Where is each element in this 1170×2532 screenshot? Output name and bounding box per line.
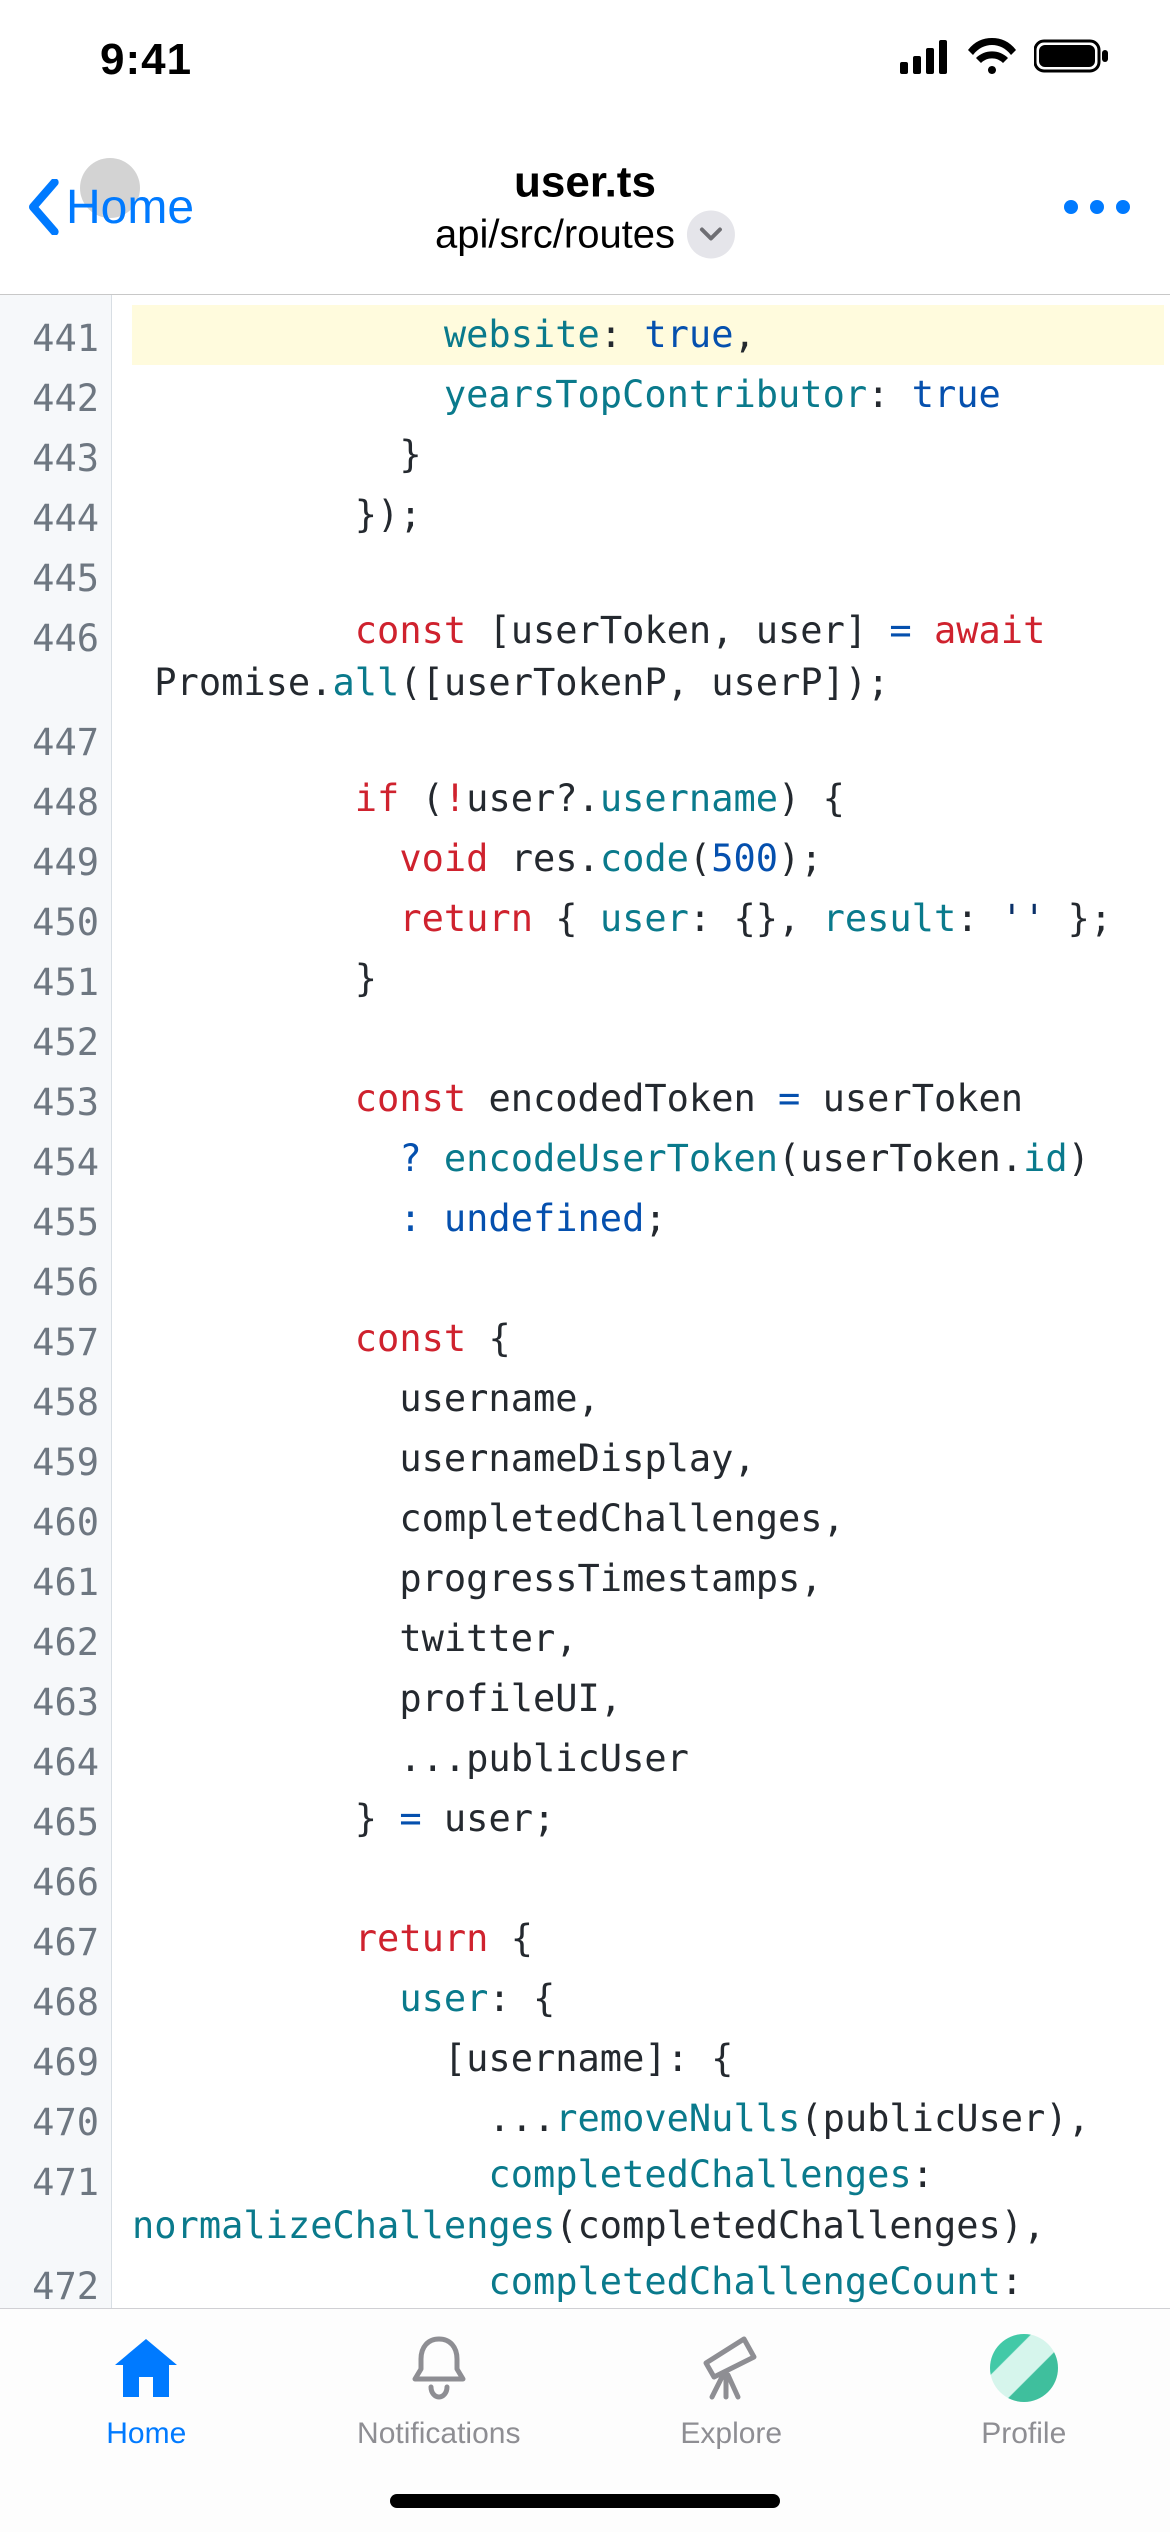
code-line[interactable]: return { [132,1909,1164,1969]
tab-label: Notifications [357,2417,520,2451]
home-icon [108,2333,184,2403]
code-line[interactable] [132,1849,1164,1909]
avatar-icon [986,2333,1062,2403]
line-number: 455 [6,1189,99,1249]
line-number: 444 [6,485,99,545]
code-line[interactable]: ? encodeUserToken(userToken.id) [132,1129,1164,1189]
more-dot-icon [1064,200,1078,214]
line-number: 450 [6,889,99,949]
code-content[interactable]: website: true, yearsTopContributor: true… [112,295,1170,2308]
status-icons [900,36,1110,84]
header-title-group[interactable]: user.ts api/src/routes [435,155,735,260]
code-line[interactable]: const [userToken, user] = await Promise.… [132,605,1164,709]
line-number: 462 [6,1609,99,1669]
code-viewer[interactable]: 4414424434444454464474484494504514524534… [0,295,1170,2308]
status-time: 9:41 [100,35,192,85]
home-indicator[interactable] [390,2494,780,2508]
code-line[interactable]: completedChallengeCount: [132,2252,1164,2308]
battery-icon [1034,36,1110,84]
line-number: 463 [6,1669,99,1729]
code-line[interactable]: : undefined; [132,1189,1164,1249]
line-number: 472 [6,2253,99,2308]
code-line[interactable]: website: true, [132,305,1164,365]
code-line[interactable]: yearsTopContributor: true [132,365,1164,425]
tab-label: Home [106,2417,186,2451]
code-line[interactable]: ...removeNulls(publicUser), [132,2089,1164,2149]
nav-header: Home user.ts api/src/routes [0,120,1170,295]
line-number: 459 [6,1429,99,1489]
line-number: 451 [6,949,99,1009]
line-number: 464 [6,1729,99,1789]
code-line[interactable]: ...publicUser [132,1729,1164,1789]
code-line[interactable]: completedChallenges: normalizeChallenges… [132,2149,1164,2253]
line-number: 461 [6,1549,99,1609]
line-number: 467 [6,1909,99,1969]
cellular-icon [900,36,950,84]
line-number: 470 [6,2089,99,2149]
line-number: 458 [6,1369,99,1429]
line-number: 449 [6,829,99,889]
tab-profile[interactable]: Profile [878,2309,1170,2532]
status-bar: 9:41 [0,0,1170,120]
tab-home[interactable]: Home [0,2309,293,2532]
code-line[interactable]: progressTimestamps, [132,1549,1164,1609]
more-dot-icon [1090,200,1104,214]
code-line[interactable]: [username]: { [132,2029,1164,2089]
code-line[interactable] [132,1249,1164,1309]
line-number: 442 [6,365,99,425]
code-line[interactable] [132,545,1164,605]
code-line[interactable]: const encodedToken = userToken [132,1069,1164,1129]
line-number: 468 [6,1969,99,2029]
code-line[interactable]: }); [132,485,1164,545]
line-number: 445 [6,545,99,605]
line-number: 471 [6,2149,99,2253]
file-title: user.ts [514,155,656,210]
code-line[interactable]: if (!user?.username) { [132,769,1164,829]
line-number: 466 [6,1849,99,1909]
line-number: 453 [6,1069,99,1129]
line-number: 452 [6,1009,99,1069]
tab-label: Profile [981,2417,1066,2451]
code-line[interactable]: const { [132,1309,1164,1369]
code-line[interactable] [132,1009,1164,1069]
line-number: 456 [6,1249,99,1309]
code-line[interactable]: } [132,425,1164,485]
line-number: 448 [6,769,99,829]
line-number: 454 [6,1129,99,1189]
line-gutter: 4414424434444454464474484494504514524534… [0,295,112,2308]
more-dot-icon [1116,200,1130,214]
line-number: 469 [6,2029,99,2089]
bell-icon [401,2333,477,2403]
file-path: api/src/routes [435,210,675,260]
line-number: 446 [6,605,99,709]
code-line[interactable]: void res.code(500); [132,829,1164,889]
code-line[interactable] [132,709,1164,769]
code-line[interactable]: } [132,949,1164,1009]
wifi-icon [968,36,1016,84]
line-number: 447 [6,709,99,769]
path-dropdown-icon[interactable] [687,211,735,259]
back-label: Home [66,180,194,235]
line-number: 441 [6,305,99,365]
code-line[interactable]: usernameDisplay, [132,1429,1164,1489]
back-button[interactable]: Home [0,179,194,235]
line-number: 465 [6,1789,99,1849]
line-number: 443 [6,425,99,485]
code-line[interactable]: completedChallenges, [132,1489,1164,1549]
chevron-left-icon [26,179,60,235]
telescope-icon [693,2333,769,2403]
code-line[interactable]: } = user; [132,1789,1164,1849]
code-line[interactable]: twitter, [132,1609,1164,1669]
line-number: 460 [6,1489,99,1549]
tab-label: Explore [680,2417,782,2451]
line-number: 457 [6,1309,99,1369]
code-line[interactable]: username, [132,1369,1164,1429]
code-line[interactable]: profileUI, [132,1669,1164,1729]
code-line[interactable]: return { user: {}, result: '' }; [132,889,1164,949]
code-line[interactable]: user: { [132,1969,1164,2029]
more-button[interactable] [1064,200,1130,214]
